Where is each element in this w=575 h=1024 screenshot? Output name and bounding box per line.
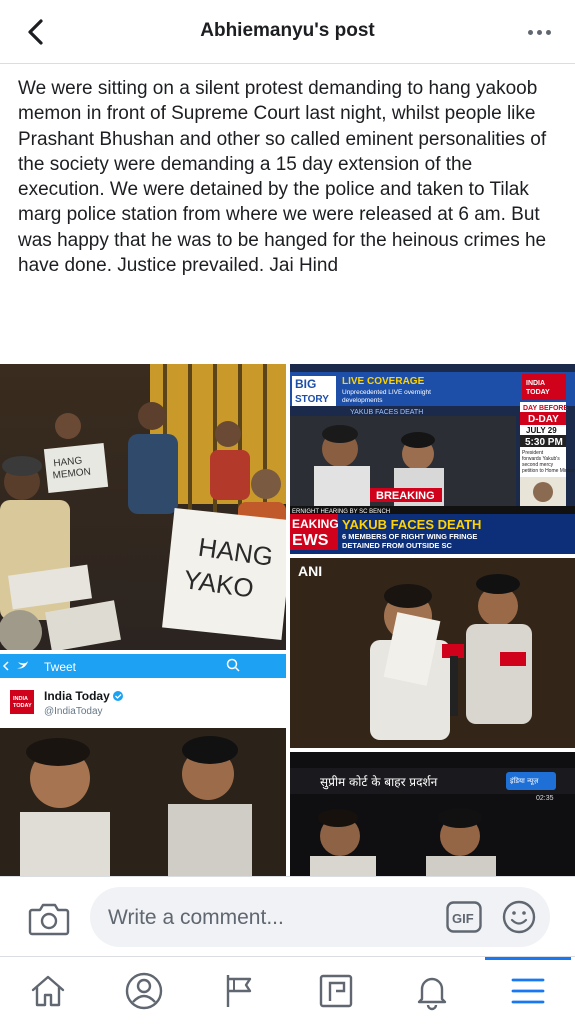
tweet-header-label: Tweet	[44, 660, 77, 674]
time-label: 5:30 PM	[525, 437, 563, 448]
svg-text:TODAY: TODAY	[13, 703, 32, 709]
profile-icon	[124, 971, 164, 1016]
nav-home[interactable]	[26, 973, 70, 1013]
day-before-label: DAY BEFORE	[523, 405, 568, 412]
svg-text:TODAY: TODAY	[526, 389, 550, 396]
svg-text:GIF: GIF	[452, 911, 474, 926]
nav-notifications[interactable]	[410, 973, 454, 1013]
broadcast-clock: 02:35	[536, 795, 554, 802]
july-date-label: JULY 29	[526, 426, 557, 435]
nav-profile[interactable]	[122, 971, 166, 1016]
comment-placeholder: Write a comment...	[108, 906, 284, 929]
india-today-broadcast-photo[interactable]: BIG STORY LIVE COVERAGE Unprecedented LI…	[290, 364, 575, 554]
post-text: We were sitting on a silent protest dema…	[18, 78, 547, 277]
ani-watermark: ANI	[298, 563, 322, 579]
svg-text:developments: developments	[342, 397, 383, 404]
emoji-icon[interactable]	[502, 900, 536, 934]
camera-icon[interactable]	[28, 899, 70, 937]
comment-bar: Write a comment... GIF	[0, 876, 575, 956]
headline: YAKUB FACES DEATH	[342, 517, 481, 532]
tweet-account-name: India Today	[44, 689, 110, 703]
nav-menu[interactable]	[506, 973, 550, 1013]
active-tab-indicator	[485, 957, 571, 960]
svg-text:BIG: BIG	[295, 377, 316, 391]
nav-pages[interactable]	[218, 973, 262, 1013]
more-options-icon[interactable]	[523, 18, 555, 46]
groups-icon	[316, 971, 356, 1016]
india-news-logo: इंडिया न्यूज़	[510, 776, 539, 785]
yakub-faces-death-small: YAKUB FACES DEATH	[350, 409, 423, 416]
comment-input[interactable]: Write a comment... GIF	[90, 887, 550, 947]
live-coverage-label: LIVE COVERAGE	[342, 376, 425, 387]
top-bar: Abhiemanyu's post	[0, 0, 575, 64]
photo-grid: HANGMEMON HANGYAKO BIG STORY LIVE COVERA…	[0, 364, 575, 876]
ani-video-photo[interactable]: ANI	[290, 558, 575, 748]
live-sub-label: Unprecedented LIVE overnight	[342, 389, 431, 396]
svg-text:INDIA: INDIA	[13, 696, 28, 702]
bottom-nav	[0, 956, 575, 1024]
pages-flag-icon	[220, 971, 260, 1016]
page-title: Abhiemanyu's post	[200, 20, 375, 41]
svg-text:INDIA: INDIA	[526, 380, 545, 387]
breaking-label: BREAKING	[376, 490, 435, 502]
d-day-label: D-DAY	[528, 414, 559, 425]
tweet-account-handle: @IndiaToday	[44, 706, 103, 717]
gif-icon[interactable]: GIF	[446, 901, 482, 933]
protest-photo[interactable]: HANGMEMON HANGYAKO	[0, 364, 286, 650]
home-icon	[28, 971, 68, 1016]
menu-icon	[508, 971, 548, 1016]
notifications-bell-icon	[412, 971, 452, 1016]
hindi-caption: सुप्रीम कोर्ट के बाहर प्रदर्शन	[320, 775, 438, 790]
post-screen: { "header": { "title": "Abhiemanyu's pos…	[0, 0, 575, 1024]
india-today-tweet-photo[interactable]: Tweet INDIA TODAY India Today @IndiaToda…	[0, 654, 286, 876]
india-news-hindi-photo[interactable]: सुप्रीम कोर्ट के बाहर प्रदर्शन इंडिया न्…	[290, 752, 575, 876]
nav-groups[interactable]	[314, 973, 358, 1013]
svg-text:STORY: STORY	[295, 394, 329, 405]
